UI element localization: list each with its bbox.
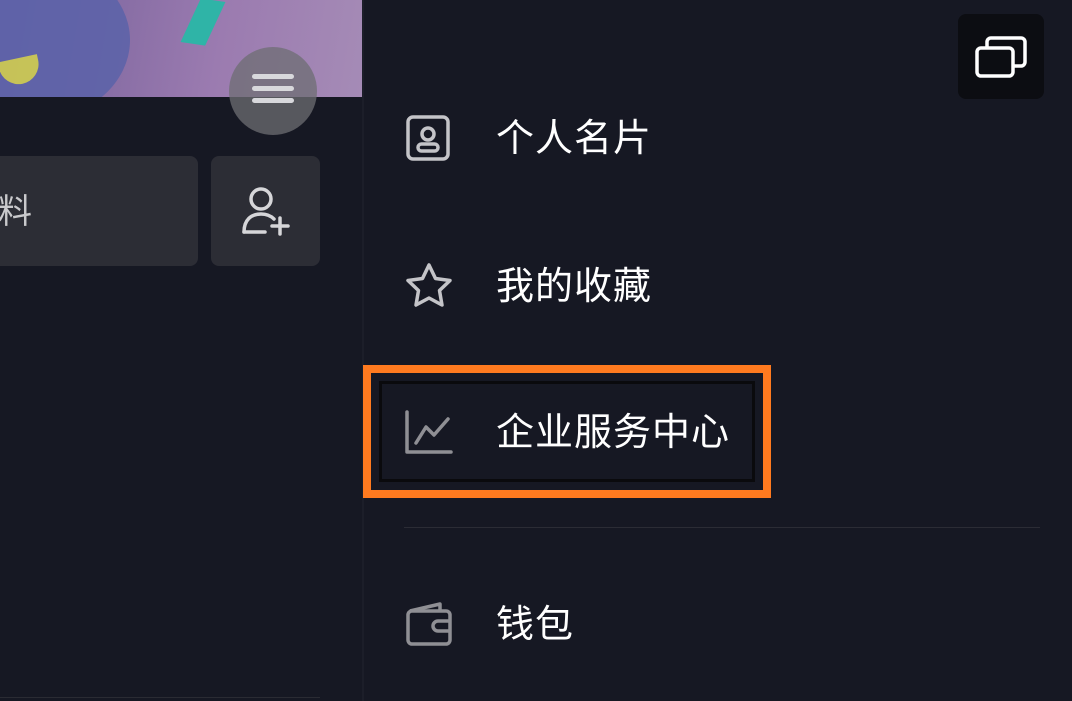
wallet-icon: [406, 602, 452, 646]
menu-item-label: 钱包: [496, 602, 575, 646]
multi-window-icon: [975, 36, 1027, 78]
hamburger-icon: [252, 74, 294, 108]
menu-item-label: 企业服务中心: [496, 410, 731, 454]
menu-item-business-card[interactable]: 个人名片: [404, 108, 784, 168]
menu-divider: [404, 527, 1040, 528]
multi-window-button[interactable]: [958, 14, 1044, 99]
menu-item-enterprise-service-center[interactable]: 企业服务中心: [404, 402, 784, 462]
add-friend-button[interactable]: [211, 156, 320, 266]
side-drawer: 个人名片 我的收藏 企业服务中心 钱包: [362, 0, 1072, 701]
profile-panel: 料: [0, 0, 362, 701]
hamburger-menu-button[interactable]: [229, 47, 317, 135]
edit-profile-button[interactable]: 料: [0, 156, 198, 266]
menu-item-label: 我的收藏: [496, 264, 653, 308]
person-card-icon: [406, 115, 450, 161]
menu-item-label: 个人名片: [496, 116, 653, 160]
menu-item-wallet[interactable]: 钱包: [404, 594, 784, 654]
line-chart-icon: [405, 410, 453, 454]
add-user-icon: [242, 187, 290, 236]
menu-item-favorites[interactable]: 我的收藏: [404, 256, 784, 316]
edit-profile-label: 料: [0, 192, 32, 232]
star-icon: [406, 263, 452, 307]
